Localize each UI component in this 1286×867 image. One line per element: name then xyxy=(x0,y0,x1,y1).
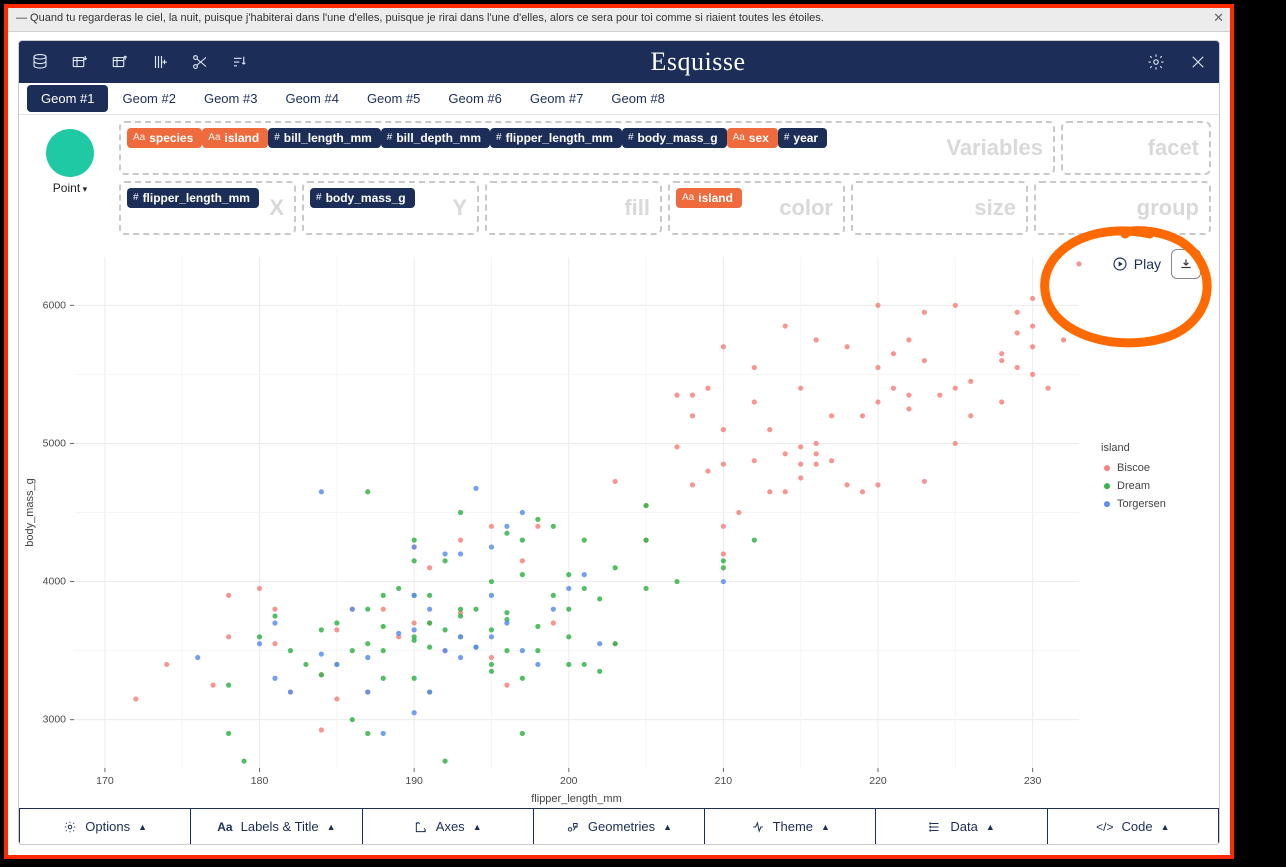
var-island[interactable]: Aaisland xyxy=(202,128,268,148)
zone-label: X xyxy=(269,195,284,221)
zone-color[interactable]: color Aaisland xyxy=(668,181,845,235)
bottom-axes[interactable]: Axes▲ xyxy=(363,809,534,844)
svg-text:body_mass_g: body_mass_g xyxy=(24,478,36,547)
zone-label: fill xyxy=(624,195,650,221)
var-species[interactable]: Aaspecies xyxy=(127,128,202,148)
tab-geom-7[interactable]: Geom #7 xyxy=(516,85,597,112)
bottom-toolbar: Options▲AaLabels & Title▲Axes▲Geometries… xyxy=(19,808,1219,844)
annotation-circle xyxy=(1030,226,1220,356)
svg-text:4000: 4000 xyxy=(43,576,67,588)
gear-icon[interactable] xyxy=(1147,53,1165,71)
zone-y[interactable]: Y #body_mass_g xyxy=(302,181,479,235)
bottom-theme[interactable]: Theme▲ xyxy=(705,809,876,844)
cut-icon[interactable] xyxy=(191,53,209,71)
zone-x[interactable]: X #flipper_length_mm xyxy=(119,181,296,235)
app-title: Esquisse xyxy=(271,47,1125,77)
import-table-icon[interactable] xyxy=(71,53,89,71)
geom-type-selector[interactable] xyxy=(46,129,94,177)
zone-variables[interactable]: Variables AaspeciesAaisland#bill_length_… xyxy=(119,121,1055,175)
svg-text:flipper_length_mm: flipper_length_mm xyxy=(531,793,622,805)
title-bar: Esquisse xyxy=(19,41,1219,83)
tab-geom-1[interactable]: Geom #1 xyxy=(27,85,108,112)
quote-text: — Quand tu regarderas le ciel, la nuit, … xyxy=(16,12,824,24)
tab-geom-5[interactable]: Geom #5 xyxy=(353,85,434,112)
bottom-options[interactable]: Options▲ xyxy=(19,809,191,844)
zone-label: Y xyxy=(452,195,467,221)
svg-text:190: 190 xyxy=(405,775,423,787)
var-island[interactable]: Aaisland xyxy=(676,188,742,208)
svg-text:island: island xyxy=(1101,442,1130,454)
svg-text:Dream: Dream xyxy=(1117,480,1150,492)
bottom-data[interactable]: Data▲ xyxy=(876,809,1047,844)
bottom-labels-title[interactable]: AaLabels & Title▲ xyxy=(191,809,362,844)
svg-text:200: 200 xyxy=(560,775,578,787)
zone-size[interactable]: size xyxy=(851,181,1028,235)
zone-label: color xyxy=(779,195,833,221)
var-year[interactable]: #year xyxy=(778,128,827,148)
close-panel-icon[interactable] xyxy=(1189,53,1207,71)
zone-fill[interactable]: fill xyxy=(485,181,662,235)
close-icon[interactable]: ✕ xyxy=(1213,10,1224,26)
bottom-geometries[interactable]: Geometries▲ xyxy=(534,809,705,844)
svg-text:230: 230 xyxy=(1024,775,1042,787)
var-bill_length_mm[interactable]: #bill_length_mm xyxy=(268,128,381,148)
zone-label: size xyxy=(974,195,1016,221)
zone-label: facet xyxy=(1148,135,1199,161)
zone-label: group xyxy=(1137,195,1199,221)
zone-facet[interactable]: facet xyxy=(1061,121,1211,175)
tab-geom-4[interactable]: Geom #4 xyxy=(271,85,352,112)
var-body_mass_g[interactable]: #body_mass_g xyxy=(310,188,415,208)
tab-geom-2[interactable]: Geom #2 xyxy=(108,85,189,112)
zone-label: Variables xyxy=(946,135,1043,161)
database-icon[interactable] xyxy=(31,53,49,71)
svg-text:170: 170 xyxy=(96,775,114,787)
svg-text:180: 180 xyxy=(251,775,269,787)
export-table-icon[interactable] xyxy=(111,53,129,71)
var-flipper_length_mm[interactable]: #flipper_length_mm xyxy=(490,128,622,148)
tab-geom-6[interactable]: Geom #6 xyxy=(434,85,515,112)
svg-text:5000: 5000 xyxy=(43,437,67,449)
add-column-icon[interactable] xyxy=(151,53,169,71)
svg-text:6000: 6000 xyxy=(43,299,67,311)
svg-text:210: 210 xyxy=(715,775,733,787)
tab-geom-3[interactable]: Geom #3 xyxy=(190,85,271,112)
svg-text:Torgersen: Torgersen xyxy=(1117,498,1166,510)
svg-text:220: 220 xyxy=(869,775,887,787)
geom-type-label[interactable]: Point xyxy=(53,181,87,195)
svg-text:Biscoe: Biscoe xyxy=(1117,462,1150,474)
var-flipper_length_mm[interactable]: #flipper_length_mm xyxy=(127,188,259,208)
sort-icon[interactable] xyxy=(231,53,249,71)
var-bill_depth_mm[interactable]: #bill_depth_mm xyxy=(381,128,490,148)
svg-text:3000: 3000 xyxy=(43,714,67,726)
tab-geom-8[interactable]: Geom #8 xyxy=(597,85,678,112)
var-body_mass_g[interactable]: #body_mass_g xyxy=(622,128,727,148)
var-sex[interactable]: Aasex xyxy=(727,128,778,148)
bottom-code[interactable]: </>Code▲ xyxy=(1048,809,1219,844)
geom-tabs: Geom #1Geom #2Geom #3Geom #4Geom #5Geom … xyxy=(19,83,1219,115)
